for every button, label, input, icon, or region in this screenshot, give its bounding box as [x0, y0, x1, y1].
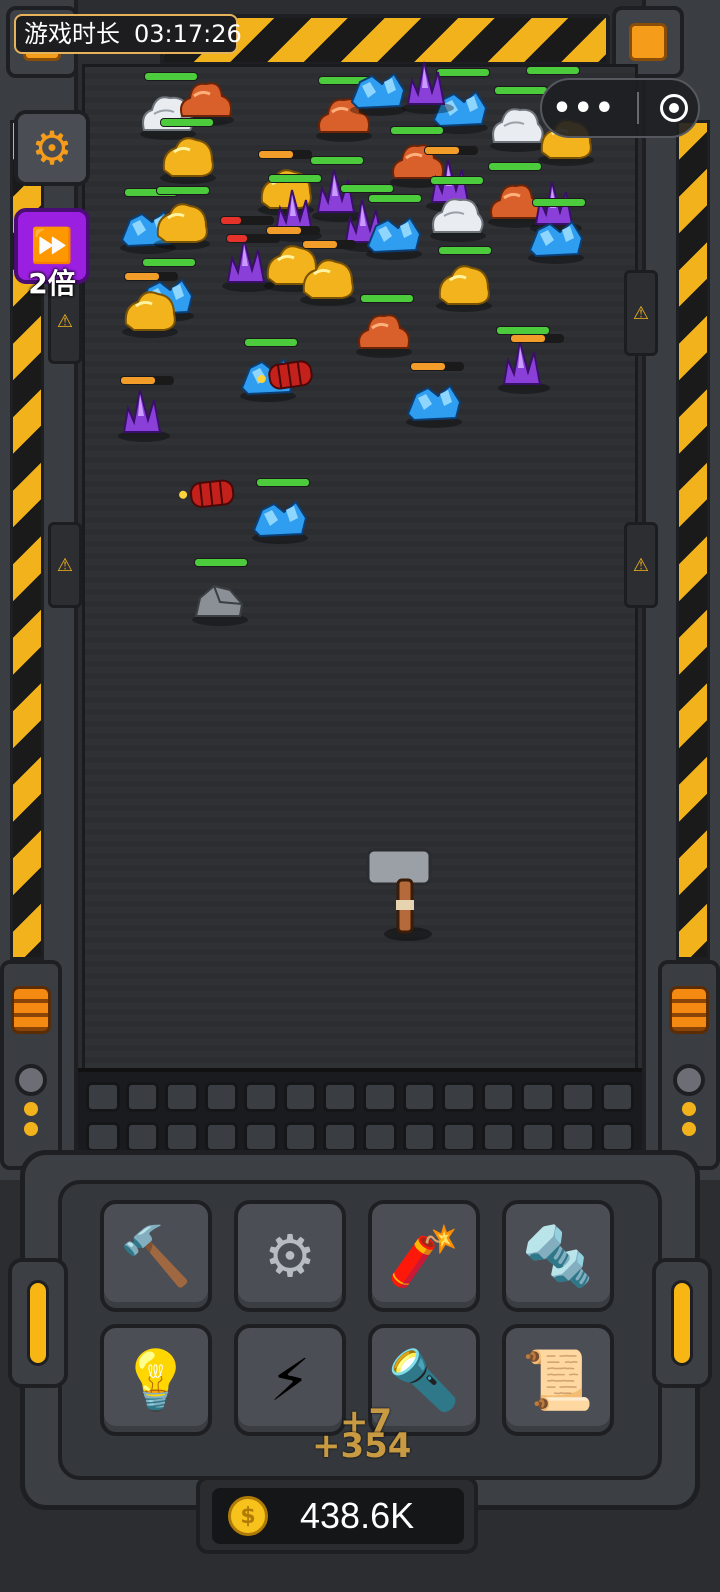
close-mini-program-icon[interactable]	[659, 94, 688, 122]
coin-balance-bar: $ 438.6K	[196, 1476, 478, 1554]
tool-slot-blueprint[interactable]: 📜	[502, 1324, 614, 1436]
right-hazard-stripe	[676, 120, 710, 960]
left-vent-panel	[0, 960, 62, 1170]
blueprint-icon: 📜	[521, 1346, 595, 1414]
warning-icon: ⚠	[624, 270, 658, 356]
hammer-icon: 🔨	[119, 1222, 193, 1290]
coin-icon: $	[228, 1496, 268, 1536]
gear-icon: ⚙	[264, 1222, 316, 1290]
play-time-display: 游戏时长 03:17:26	[14, 14, 242, 54]
more-options-button[interactable]: •••	[552, 91, 616, 126]
energy-tube-icon: ⚡	[269, 1346, 311, 1414]
warning-icon: ⚠	[624, 522, 658, 608]
mini-program-capsule: •••	[540, 78, 700, 138]
left-panel-handle	[8, 1258, 68, 1388]
coin-balance-value: 438.6K	[300, 1495, 415, 1536]
right-vent-panel	[658, 960, 720, 1170]
fast-forward-icon: ⏩	[30, 226, 74, 266]
dynamite-icon: 🧨	[387, 1222, 461, 1290]
drill-icon: 🔩	[521, 1222, 595, 1290]
tool-slot-gear[interactable]: ⚙	[234, 1200, 346, 1312]
floating-reward: +354	[312, 1426, 412, 1466]
laser-icon: 🔦	[387, 1346, 461, 1414]
gear-icon: ⚙	[31, 121, 73, 175]
mining-pit[interactable]	[82, 64, 638, 1074]
settings-button[interactable]: ⚙	[14, 110, 90, 186]
play-time-value: 03:17:26	[134, 20, 242, 48]
tool-slot-drill[interactable]: 🔩	[502, 1200, 614, 1312]
tool-slot-dynamite[interactable]: 🧨	[368, 1200, 480, 1312]
speed-multiplier-label: 2倍	[28, 267, 76, 300]
warning-icon: ⚠	[48, 522, 82, 608]
right-panel-handle	[652, 1258, 712, 1388]
tool-slot-lightbulb[interactable]: 💡	[100, 1324, 212, 1436]
tool-slot-energy-tube[interactable]: ⚡	[234, 1324, 346, 1436]
lightbulb-icon: 💡	[119, 1346, 193, 1414]
tool-slot-hammer[interactable]: 🔨	[100, 1200, 212, 1312]
play-time-label: 游戏时长	[24, 20, 120, 48]
